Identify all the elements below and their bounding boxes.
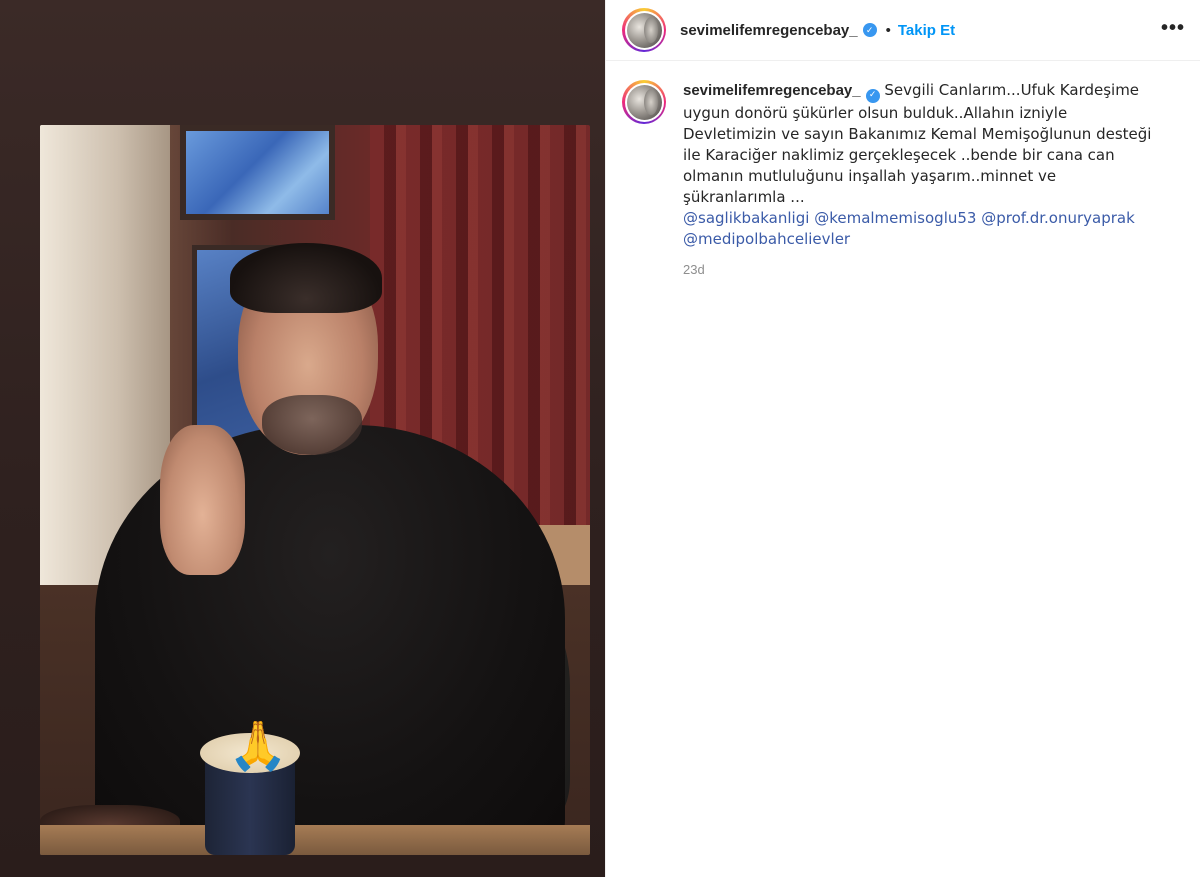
mention-link[interactable]: @medipolbahcelievler — [683, 230, 850, 248]
post-caption: sevimelifemregencebay_ ✓ Sevgili Canlarım… — [622, 80, 1182, 277]
caption-avatar[interactable] — [622, 80, 666, 124]
mention-link[interactable]: @saglikbakanligi — [683, 209, 809, 227]
avatar[interactable] — [622, 8, 666, 52]
caption-username[interactable]: sevimelifemregencebay_ — [683, 82, 861, 99]
photo-person-hand — [160, 425, 245, 575]
post-side-panel: sevimelifemregencebay_ ✓ • Takip Et ••• … — [605, 0, 1200, 877]
caption-verified-badge-icon: ✓ — [865, 88, 880, 103]
post-timestamp[interactable]: 23d — [683, 262, 1161, 277]
mention-link[interactable]: @prof.dr.onuryaprak — [981, 209, 1135, 227]
post-photo[interactable]: 🙏 — [40, 125, 590, 855]
avatar-border — [624, 10, 664, 50]
caption-text-block: sevimelifemregencebay_ ✓ Sevgili Canlarım… — [683, 80, 1161, 250]
photo-person-hair — [230, 243, 382, 313]
header-separator: • — [885, 21, 891, 39]
mention-link[interactable]: @kemalmemisoglu53 — [814, 209, 976, 227]
photo-counter — [40, 825, 590, 855]
caption-avatar-image — [626, 84, 662, 120]
header-username[interactable]: sevimelifemregencebay_ — [680, 22, 858, 39]
prayer-hands-icon: 🙏 — [228, 720, 288, 773]
verified-badge-icon: ✓ — [862, 23, 877, 37]
follow-button[interactable]: Takip Et — [898, 22, 955, 39]
photo-person-beard — [262, 395, 362, 455]
post-header: sevimelifemregencebay_ ✓ • Takip Et ••• — [606, 0, 1200, 61]
caption-avatar-border — [624, 82, 664, 122]
media-pane: 🙏 — [0, 0, 605, 877]
avatar-image — [626, 12, 662, 48]
caption-text: Sevgili Canlarım...Ufuk Kardeşime uygun … — [683, 81, 1152, 206]
more-options-icon[interactable]: ••• — [1161, 18, 1185, 38]
photo-window — [180, 125, 335, 220]
